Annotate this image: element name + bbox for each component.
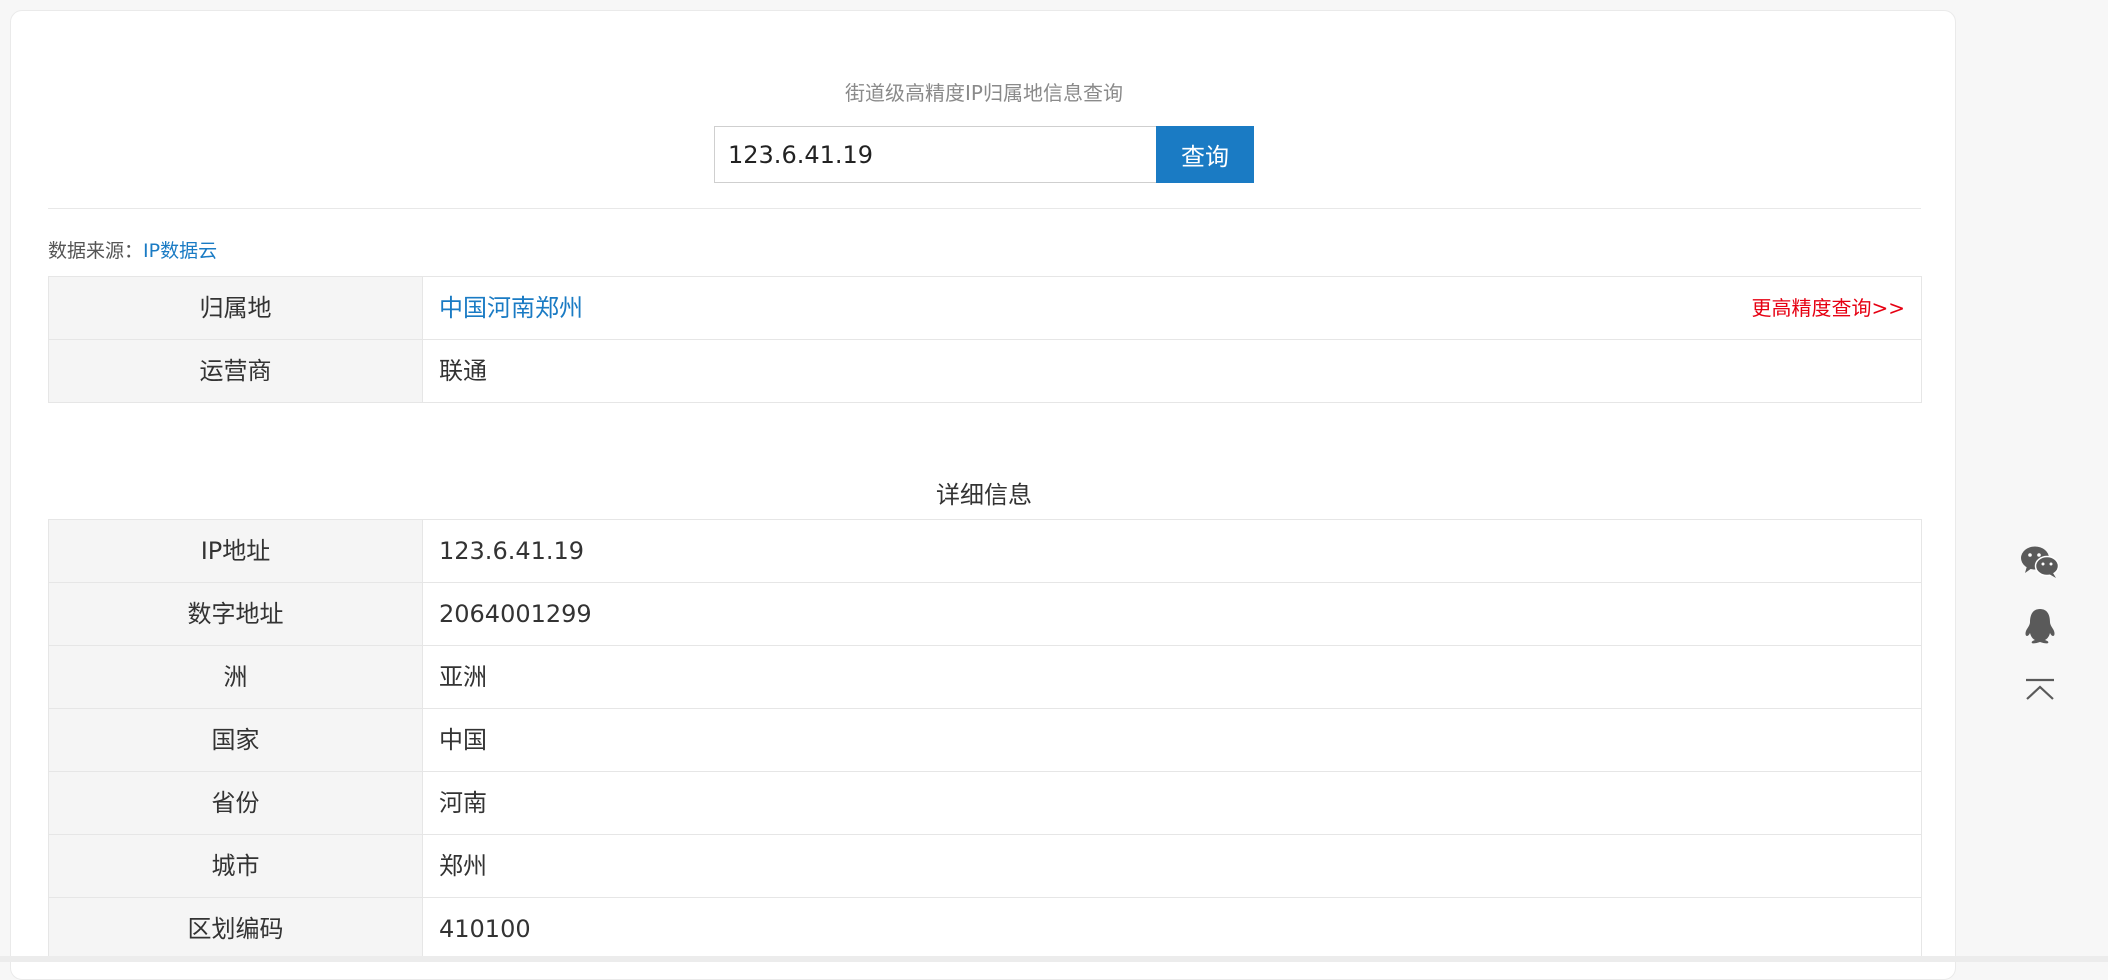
row-label: 归属地 [48,276,423,340]
back-to-top-icon [2026,678,2054,700]
bottom-edge [0,956,2108,962]
row-label: 区划编码 [48,897,423,961]
wechat-button[interactable] [2010,530,2070,594]
summary-table: 归属地 中国河南郑州 更高精度查询>> 运营商 联通 [48,276,1922,403]
qq-icon [2025,609,2055,644]
location-cell: 中国河南郑州 更高精度查询>> [422,276,1922,340]
query-button[interactable]: 查询 [1156,126,1254,183]
page-subtitle: 街道级高精度IP归属地信息查询 [845,81,1123,105]
row-value: 410100 [422,897,1922,961]
row-value: 亚洲 [422,645,1922,709]
table-row: 洲 亚洲 [48,645,1922,709]
qq-button[interactable] [2010,594,2070,658]
row-label: 运营商 [48,339,423,403]
details-table: IP地址 123.6.41.19 数字地址 2064001299 洲 亚洲 国家… [48,519,1922,961]
row-value: 联通 [422,339,1922,403]
data-source-link[interactable]: IP数据云 [143,240,217,262]
row-value: 中国 [422,708,1922,772]
floating-toolbar [2010,530,2070,722]
main-card: 街道级高精度IP归属地信息查询 查询 数据来源：IP数据云 归属地 中国河南郑州… [10,10,1956,980]
row-label: 洲 [48,645,423,709]
back-to-top-button[interactable] [2010,658,2070,722]
row-value: 123.6.41.19 [422,519,1922,583]
table-row: 国家 中国 [48,708,1922,772]
table-row: 省份 河南 [48,771,1922,835]
row-label: 国家 [48,708,423,772]
wechat-icon [2021,546,2060,578]
row-label: 城市 [48,834,423,898]
details-title: 详细信息 [936,481,1032,509]
row-value: 2064001299 [422,582,1922,646]
row-value: 河南 [422,771,1922,835]
table-row: 数字地址 2064001299 [48,582,1922,646]
ip-search-input[interactable] [714,126,1156,183]
table-row: 城市 郑州 [48,834,1922,898]
row-label: 数字地址 [48,582,423,646]
divider [48,208,1921,209]
table-row: 区划编码 410100 [48,897,1922,961]
data-source: 数据来源：IP数据云 [48,237,217,265]
row-label: 省份 [48,771,423,835]
row-value: 郑州 [422,834,1922,898]
data-source-label: 数据来源： [48,240,144,262]
table-row: IP地址 123.6.41.19 [48,519,1922,583]
location-link[interactable]: 中国河南郑州 [439,294,583,322]
higher-precision-link[interactable]: 更高精度查询>> [1751,277,1905,339]
table-row: 运营商 联通 [48,339,1922,403]
search-bar: 查询 [714,126,1254,183]
table-row: 归属地 中国河南郑州 更高精度查询>> [48,276,1922,340]
row-label: IP地址 [48,519,423,583]
